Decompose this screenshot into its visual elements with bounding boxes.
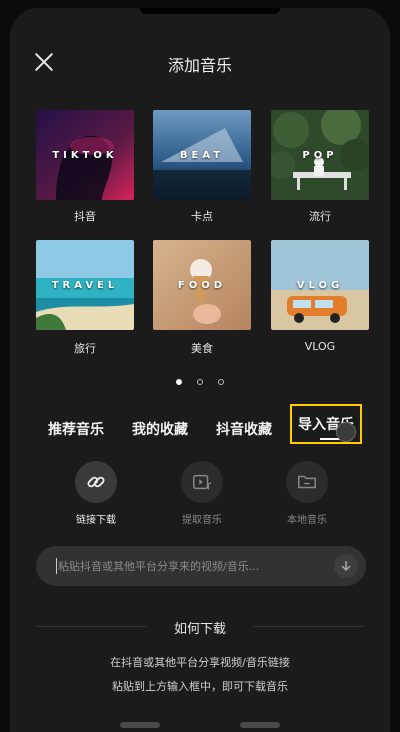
link-icon: [75, 461, 117, 503]
link-download-action[interactable]: 链接下载: [56, 461, 136, 526]
category-caption: 卡点: [153, 208, 251, 224]
link-input-field[interactable]: 粘贴抖音或其他平台分享来的视频/音乐...: [36, 546, 366, 586]
tile-label: BEAT: [153, 150, 251, 161]
pager-dot[interactable]: [197, 379, 203, 385]
tile-label: TRAVEL: [36, 280, 134, 291]
tile-label: FOOD: [153, 280, 251, 291]
text-caret: [56, 558, 57, 574]
category-tile-beat[interactable]: BEAT: [153, 110, 251, 200]
touch-indicator: [336, 422, 356, 442]
tile-label: VLOG: [271, 280, 369, 291]
category-tile-travel[interactable]: TRAVEL: [36, 240, 134, 330]
tab-recommended[interactable]: 推荐音乐: [48, 419, 104, 439]
tab-favorites[interactable]: 我的收藏: [132, 419, 188, 439]
pager-dot[interactable]: [218, 379, 224, 385]
carousel-pager: [10, 370, 390, 389]
music-tabs: 推荐音乐 我的收藏 抖音收藏 导入音乐: [10, 413, 390, 449]
notch: [140, 8, 280, 14]
category-caption: 美食: [153, 340, 251, 356]
app-screen: 添加音乐 TIKTOK 抖音: [10, 8, 390, 732]
category-tile-vlog[interactable]: VLOG: [271, 240, 369, 330]
category-tile-tiktok[interactable]: TIKTOK: [36, 110, 134, 200]
action-label: 本地音乐: [267, 511, 347, 526]
tab-douyin-favorites[interactable]: 抖音收藏: [216, 419, 272, 439]
help-line-1: 在抖音或其他平台分享视频/音乐链接: [10, 654, 390, 670]
tile-label: POP: [271, 150, 369, 161]
category-caption: 旅行: [36, 340, 134, 356]
bottom-handle: [240, 722, 280, 728]
tile-label: TIKTOK: [36, 150, 134, 161]
help-title: 如何下载: [10, 618, 390, 637]
extract-music-action[interactable]: 提取音乐: [162, 461, 242, 526]
category-caption: VLOG: [271, 340, 369, 353]
phone-frame: 添加音乐 TIKTOK 抖音: [0, 0, 400, 732]
action-label: 提取音乐: [162, 511, 242, 526]
category-caption: 流行: [271, 208, 369, 224]
category-tile-pop[interactable]: POP: [271, 110, 369, 200]
page-title: 添加音乐: [10, 52, 390, 76]
tab-import-music[interactable]: 导入音乐: [290, 404, 362, 444]
video-music-icon: [181, 461, 223, 503]
local-music-action[interactable]: 本地音乐: [267, 461, 347, 526]
bottom-handle: [120, 722, 160, 728]
category-caption: 抖音: [36, 208, 134, 224]
help-line-2: 粘贴到上方输入框中，即可下载音乐: [10, 678, 390, 694]
category-tile-food[interactable]: FOOD: [153, 240, 251, 330]
folder-icon: [286, 461, 328, 503]
download-arrow-icon[interactable]: [334, 554, 358, 578]
action-label: 链接下载: [56, 511, 136, 526]
input-placeholder: 粘贴抖音或其他平台分享来的视频/音乐...: [58, 558, 259, 574]
pager-dot-active[interactable]: [176, 379, 182, 385]
